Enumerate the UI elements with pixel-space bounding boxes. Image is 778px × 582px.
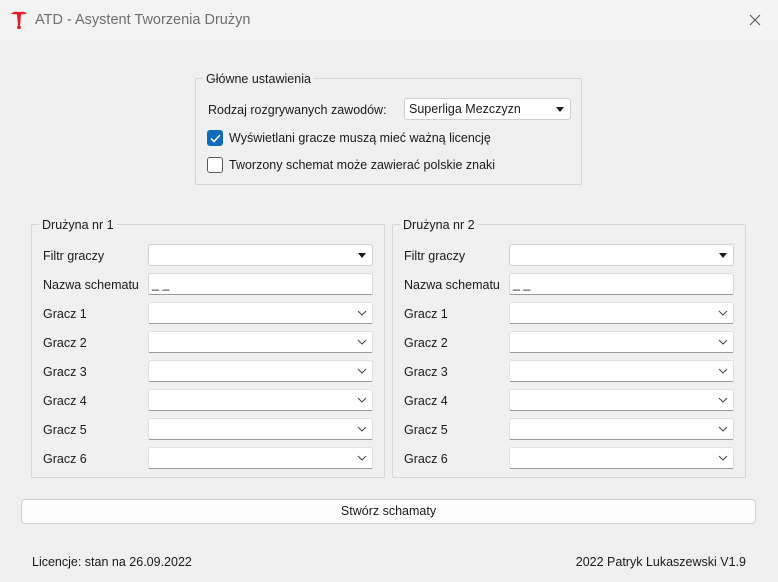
- team-1-filter-label: Filtr graczy: [43, 249, 105, 263]
- red-t-logo-icon: [11, 11, 27, 30]
- team-1-player-1-label: Gracz 1: [43, 307, 87, 321]
- team-1-player-5-label: Gracz 5: [43, 423, 87, 437]
- team-2-schema-input[interactable]: _ _: [509, 273, 734, 295]
- team-1-player-2-select[interactable]: [148, 331, 373, 353]
- team-2-player-4-select[interactable]: [509, 389, 734, 411]
- team-2-player-1-select[interactable]: [509, 302, 734, 324]
- chevron-down-icon: [718, 397, 728, 403]
- team-2-schema-value: _ _: [513, 277, 531, 291]
- team-1-player-1-select[interactable]: [148, 302, 373, 324]
- team-2-legend: Drużyna nr 2: [400, 217, 478, 233]
- dropdown-arrow-icon: [556, 107, 564, 112]
- team-1-player-2-label: Gracz 2: [43, 336, 87, 350]
- team-1-player-3-select[interactable]: [148, 360, 373, 382]
- team-2-filter-select[interactable]: [509, 244, 734, 266]
- chevron-down-icon: [357, 368, 367, 374]
- team-1-schema-input[interactable]: _ _: [148, 273, 373, 295]
- polish-chars-checkbox[interactable]: [207, 157, 223, 173]
- chevron-down-icon: [718, 310, 728, 316]
- dropdown-arrow-icon: [358, 253, 366, 258]
- team-2-player-6-select[interactable]: [509, 447, 734, 469]
- license-checkbox[interactable]: [207, 130, 223, 146]
- team-2-player-3-label: Gracz 3: [404, 365, 448, 379]
- close-button[interactable]: [732, 0, 778, 39]
- team-2-group: Drużyna nr 2 Filtr graczy Nazwa schematu…: [392, 217, 746, 478]
- team-2-filter-label: Filtr graczy: [404, 249, 466, 263]
- team-1-player-4-label: Gracz 4: [43, 394, 87, 408]
- team-1-player-6-select[interactable]: [148, 447, 373, 469]
- team-2-player-2-label: Gracz 2: [404, 336, 448, 350]
- author-version-text: 2022 Patryk Lukaszewski V1.9: [575, 555, 746, 569]
- team-1-filter-select[interactable]: [148, 244, 373, 266]
- window-title: ATD - Asystent Tworzenia Drużyn: [35, 12, 251, 28]
- license-checkbox-label: Wyświetlani gracze muszą mieć ważną lice…: [229, 131, 491, 145]
- polish-chars-checkbox-label: Tworzony schemat może zawierać polskie z…: [229, 158, 496, 172]
- create-schemas-button[interactable]: Stwórz schamaty: [21, 499, 756, 524]
- team-1-schema-label: Nazwa schematu: [43, 278, 139, 292]
- team-2-player-4-label: Gracz 4: [404, 394, 448, 408]
- team-1-schema-value: _ _: [152, 277, 170, 291]
- team-1-player-3-label: Gracz 3: [43, 365, 87, 379]
- chevron-down-icon: [357, 426, 367, 432]
- competition-type-value: Superliga Mezczyzn: [409, 102, 521, 116]
- team-2-player-1-label: Gracz 1: [404, 307, 448, 321]
- chevron-down-icon: [718, 455, 728, 461]
- team-2-player-3-select[interactable]: [509, 360, 734, 382]
- competition-type-label: Rodzaj rozgrywanych zawodów:: [208, 103, 387, 117]
- license-info-text: Licencje: stan na 26.09.2022: [32, 555, 192, 569]
- team-2-player-5-label: Gracz 5: [404, 423, 448, 437]
- team-2-schema-label: Nazwa schematu: [404, 278, 500, 292]
- team-1-player-5-select[interactable]: [148, 418, 373, 440]
- chevron-down-icon: [357, 397, 367, 403]
- chevron-down-icon: [357, 310, 367, 316]
- competition-type-select[interactable]: Superliga Mezczyzn: [404, 98, 571, 120]
- team-2-player-2-select[interactable]: [509, 331, 734, 353]
- checkmark-icon: [210, 134, 221, 143]
- team-1-player-6-label: Gracz 6: [43, 452, 87, 466]
- team-2-player-6-label: Gracz 6: [404, 452, 448, 466]
- main-settings-legend: Główne ustawienia: [203, 71, 314, 87]
- dropdown-arrow-icon: [719, 253, 727, 258]
- title-bar: ATD - Asystent Tworzenia Drużyn: [0, 0, 778, 39]
- chevron-down-icon: [357, 455, 367, 461]
- team-1-legend: Drużyna nr 1: [39, 217, 117, 233]
- chevron-down-icon: [718, 339, 728, 345]
- close-icon: [749, 14, 761, 25]
- chevron-down-icon: [357, 339, 367, 345]
- team-1-player-4-select[interactable]: [148, 389, 373, 411]
- team-2-player-5-select[interactable]: [509, 418, 734, 440]
- window-client-area: Główne ustawienia Rodzaj rozgrywanych za…: [0, 39, 778, 582]
- main-settings-group: Główne ustawienia Rodzaj rozgrywanych za…: [195, 71, 582, 185]
- chevron-down-icon: [718, 368, 728, 374]
- chevron-down-icon: [718, 426, 728, 432]
- team-1-group: Drużyna nr 1 Filtr graczy Nazwa schematu…: [31, 217, 385, 478]
